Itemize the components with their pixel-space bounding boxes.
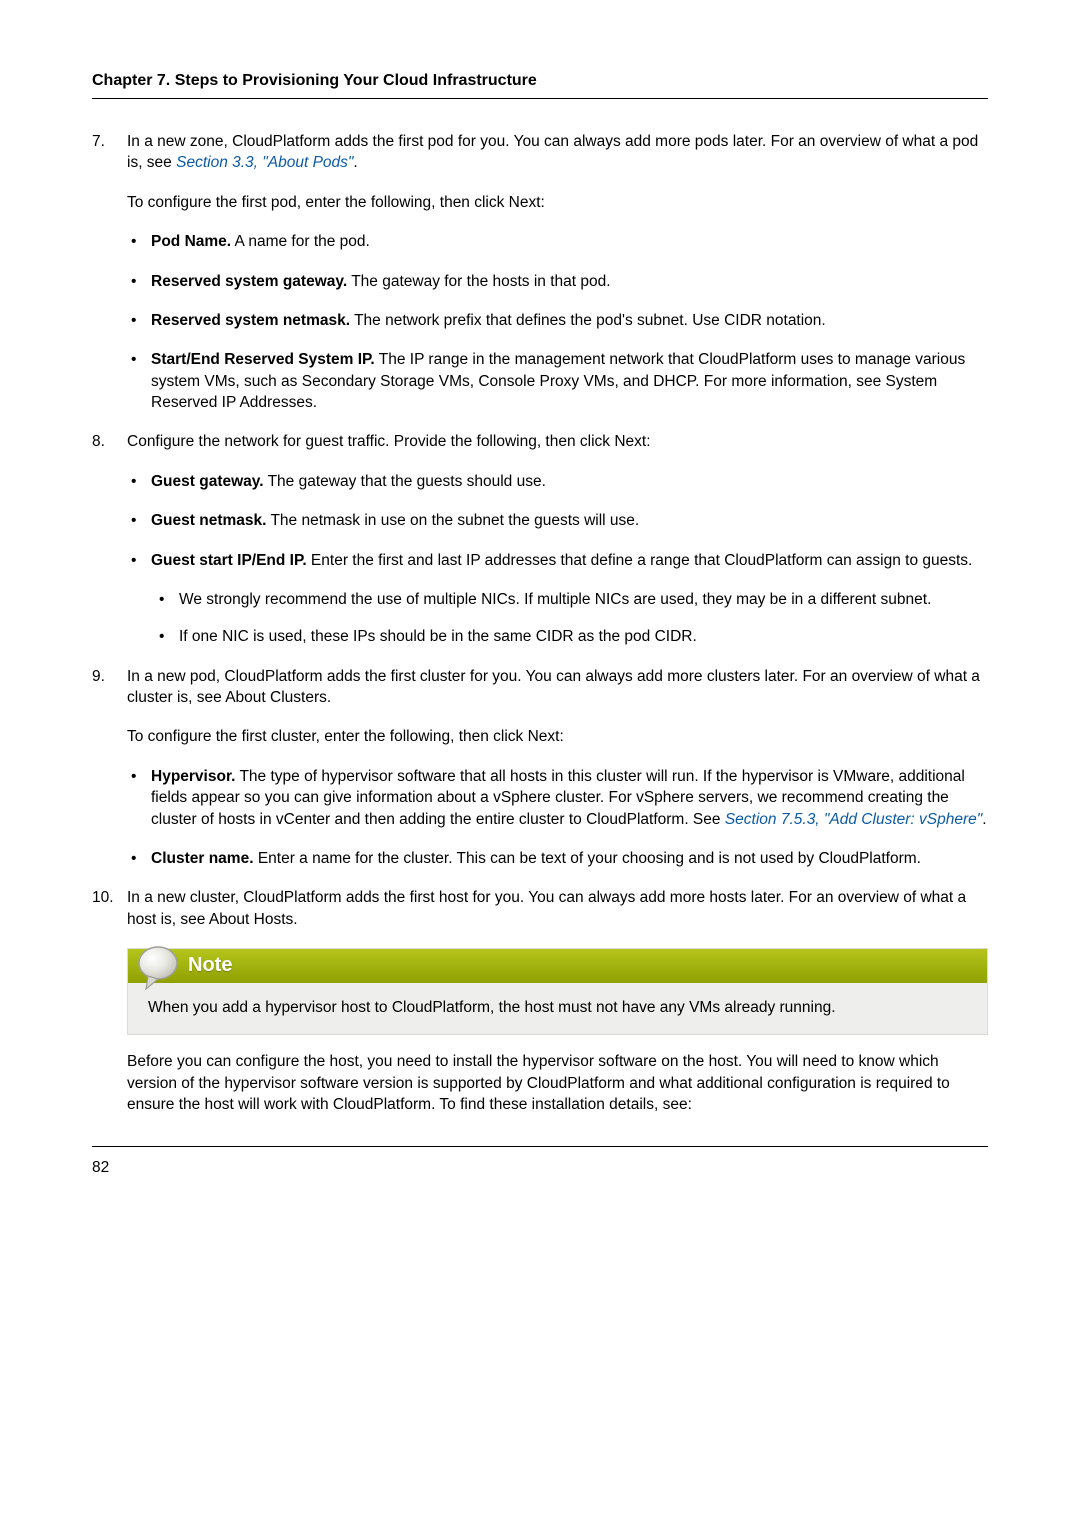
field-desc: The network prefix that defines the pod'…	[350, 312, 826, 329]
note-body: When you add a hypervisor host to CloudP…	[128, 983, 987, 1034]
text: If one NIC is used, these IPs should be …	[179, 628, 697, 645]
list-item: Start/End Reserved System IP. The IP ran…	[151, 349, 988, 413]
step-10-followup: Before you can configure the host, you n…	[127, 1051, 988, 1115]
step-10: 10. In a new cluster, CloudPlatform adds…	[92, 887, 988, 1115]
step-7-bullets: Pod Name. A name for the pod. Reserved s…	[127, 231, 988, 413]
field-desc: The gateway for the hosts in that pod.	[347, 273, 610, 290]
footer-rule	[92, 1146, 988, 1147]
step-number: 8.	[92, 431, 105, 452]
field-desc: The gateway that the guests should use.	[264, 473, 546, 490]
step-7-intro: In a new zone, CloudPlatform adds the fi…	[127, 131, 988, 174]
header-rule	[92, 98, 988, 99]
step-8-bullets: Guest gateway. The gateway that the gues…	[127, 471, 988, 648]
step-number: 7.	[92, 131, 105, 152]
step-9-instruction: To configure the first cluster, enter th…	[127, 726, 988, 747]
note-text: When you add a hypervisor host to CloudP…	[148, 999, 836, 1016]
note-callout: Note When you add a hypervisor host to C…	[127, 948, 988, 1035]
list-item: Hypervisor. The type of hypervisor softw…	[151, 766, 988, 830]
step-7: 7. In a new zone, CloudPlatform adds the…	[92, 131, 988, 413]
field-label: Cluster name.	[151, 850, 254, 867]
step-9: 9. In a new pod, CloudPlatform adds the …	[92, 666, 988, 870]
step-9-intro: In a new pod, CloudPlatform adds the fir…	[127, 666, 988, 709]
list-item: Guest start IP/End IP. Enter the first a…	[151, 550, 988, 648]
list-item: Reserved system netmask. The network pre…	[151, 310, 988, 331]
page-number: 82	[92, 1157, 988, 1178]
text: .	[353, 154, 357, 171]
note-header: Note	[128, 949, 987, 983]
step-number: 9.	[92, 666, 105, 687]
step-number: 10.	[92, 887, 114, 908]
field-desc: The netmask in use on the subnet the gue…	[266, 512, 639, 529]
list-item: Guest netmask. The netmask in use on the…	[151, 510, 988, 531]
field-label: Reserved system gateway.	[151, 273, 347, 290]
speech-bubble-icon	[134, 943, 182, 993]
field-desc: Enter the first and last IP addresses th…	[307, 552, 973, 569]
link-about-pods[interactable]: Section 3.3, "About Pods"	[176, 154, 353, 171]
list-item: Pod Name. A name for the pod.	[151, 231, 988, 252]
list-item: Reserved system gateway. The gateway for…	[151, 271, 988, 292]
field-label: Pod Name.	[151, 233, 231, 250]
field-label: Guest start IP/End IP.	[151, 552, 307, 569]
step-8-sub-bullets: We strongly recommend the use of multipl…	[151, 589, 988, 648]
step-9-bullets: Hypervisor. The type of hypervisor softw…	[127, 766, 988, 870]
field-label: Start/End Reserved System IP.	[151, 351, 375, 368]
step-10-intro: In a new cluster, CloudPlatform adds the…	[127, 887, 988, 930]
list-item: If one NIC is used, these IPs should be …	[179, 626, 988, 647]
text: .	[982, 811, 986, 828]
link-add-cluster-vsphere[interactable]: Section 7.5.3, "Add Cluster: vSphere"	[725, 811, 982, 828]
field-label: Reserved system netmask.	[151, 312, 350, 329]
field-label: Guest netmask.	[151, 512, 266, 529]
text: We strongly recommend the use of multipl…	[179, 591, 931, 608]
field-desc: Enter a name for the cluster. This can b…	[254, 850, 921, 867]
chapter-heading: Chapter 7. Steps to Provisioning Your Cl…	[92, 70, 988, 92]
step-8: 8. Configure the network for guest traff…	[92, 431, 988, 647]
field-label: Guest gateway.	[151, 473, 264, 490]
list-item: Guest gateway. The gateway that the gues…	[151, 471, 988, 492]
field-label: Hypervisor.	[151, 768, 235, 785]
step-7-instruction: To configure the first pod, enter the fo…	[127, 192, 988, 213]
field-desc: A name for the pod.	[231, 233, 370, 250]
note-title: Note	[188, 952, 232, 980]
ordered-steps: 7. In a new zone, CloudPlatform adds the…	[92, 131, 988, 1116]
step-8-instruction: Configure the network for guest traffic.…	[127, 431, 988, 452]
list-item: Cluster name. Enter a name for the clust…	[151, 848, 988, 869]
list-item: We strongly recommend the use of multipl…	[179, 589, 988, 610]
